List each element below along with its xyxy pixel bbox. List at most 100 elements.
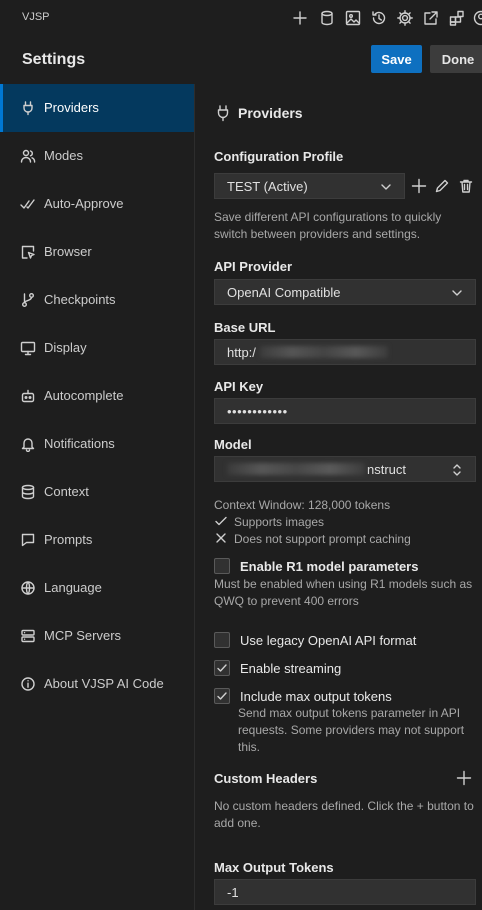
- page-title: Settings: [22, 51, 86, 68]
- max-output-description: Send max output tokens parameter in API …: [238, 706, 465, 754]
- max-output-checkbox[interactable]: Include max output tokens: [214, 688, 392, 704]
- sidebar-item-checkpoints[interactable]: Checkpoints: [0, 276, 194, 324]
- users-icon: [20, 148, 36, 164]
- sidebar-item-label: Display: [44, 340, 87, 355]
- custom-headers-empty-text: No custom headers defined. Click the + b…: [214, 799, 474, 830]
- plus-icon[interactable]: [291, 9, 309, 27]
- gear-icon[interactable]: [396, 9, 414, 27]
- checkbox-checked[interactable]: [214, 688, 230, 704]
- browser-pointer-icon: [20, 244, 36, 260]
- server-icon: [20, 628, 36, 644]
- sidebar-item-notifications[interactable]: Notifications: [0, 420, 194, 468]
- api-provider-select[interactable]: OpenAI Compatible: [214, 279, 476, 305]
- save-button[interactable]: Save: [371, 45, 422, 73]
- git-branch-icon: [20, 292, 36, 308]
- base-url-value: http:/: [227, 344, 256, 360]
- sidebar-item-prompts[interactable]: Prompts: [0, 516, 194, 564]
- base-url-input[interactable]: http:/: [214, 339, 476, 365]
- sidebar-item-label: Notifications: [44, 436, 115, 451]
- redacted-text: [227, 463, 365, 475]
- account-icon[interactable]: [472, 9, 482, 27]
- sidebar-item-context[interactable]: Context: [0, 468, 194, 516]
- message-icon: [20, 532, 36, 548]
- api-key-value: ••••••••••••: [227, 403, 288, 419]
- config-profile-description: Save different API configurations to qui…: [214, 210, 442, 241]
- chevron-updown-icon: [451, 463, 463, 476]
- extensions-icon[interactable]: [448, 9, 466, 27]
- r1-params-checkbox[interactable]: Enable R1 model parameters: [214, 558, 418, 574]
- prompt-caching-text: Does not support prompt caching: [234, 532, 411, 546]
- bell-icon: [20, 436, 36, 452]
- max-output-tokens-label: Max Output Tokens: [214, 860, 334, 875]
- add-profile-icon[interactable]: [410, 177, 428, 195]
- settings-sidebar: Providers Modes Auto-Approve Browser Che…: [0, 84, 195, 910]
- r1-params-label: Enable R1 model parameters: [240, 558, 419, 574]
- model-label: Model: [214, 437, 252, 452]
- sidebar-item-label: About VJSP AI Code: [44, 676, 164, 691]
- sidebar-item-autocomplete[interactable]: Autocomplete: [0, 372, 194, 420]
- streaming-label: Enable streaming: [240, 660, 342, 676]
- add-header-icon[interactable]: [455, 769, 473, 787]
- sidebar-item-label: Checkpoints: [44, 292, 116, 307]
- monitor-icon: [20, 340, 36, 356]
- model-select[interactable]: nstruct: [214, 456, 476, 482]
- sidebar-item-label: Prompts: [44, 532, 93, 547]
- supports-images-text: Supports images: [234, 515, 325, 529]
- info-icon: [20, 676, 36, 692]
- config-profile-value: TEST (Active): [227, 178, 308, 194]
- context-window-text: Context Window: 128,000 tokens: [214, 498, 391, 512]
- legacy-format-checkbox[interactable]: Use legacy OpenAI API format: [214, 632, 416, 648]
- model-value: nstruct: [367, 461, 407, 477]
- max-output-tokens-value: -1: [227, 884, 239, 900]
- edit-profile-icon[interactable]: [434, 178, 450, 194]
- sidebar-item-auto-approve[interactable]: Auto-Approve: [0, 180, 194, 228]
- history-icon[interactable]: [370, 9, 388, 27]
- redacted-text: [259, 346, 388, 358]
- api-provider-value: OpenAI Compatible: [227, 284, 341, 300]
- image-icon[interactable]: [344, 9, 362, 27]
- sidebar-item-label: Auto-Approve: [44, 196, 124, 211]
- sidebar-item-label: MCP Servers: [44, 628, 122, 643]
- external-link-icon[interactable]: [422, 9, 440, 27]
- r1-params-description: Must be enabled when using R1 models suc…: [214, 577, 473, 608]
- database-icon: [20, 484, 36, 500]
- sidebar-item-providers[interactable]: Providers: [0, 84, 194, 132]
- sidebar-item-modes[interactable]: Modes: [0, 132, 194, 180]
- done-button[interactable]: Done: [430, 45, 482, 73]
- globe-icon: [20, 580, 36, 596]
- plug-icon: [214, 104, 232, 122]
- sidebar-item-mcp-servers[interactable]: MCP Servers: [0, 612, 194, 660]
- sidebar-item-language[interactable]: Language: [0, 564, 194, 612]
- checkbox[interactable]: [214, 632, 230, 648]
- sidebar-item-browser[interactable]: Browser: [0, 228, 194, 276]
- api-key-label: API Key: [214, 379, 264, 394]
- config-profile-select[interactable]: TEST (Active): [214, 173, 405, 199]
- sidebar-item-label: Browser: [44, 244, 92, 259]
- check-icon: [214, 514, 228, 528]
- close-icon: [214, 531, 228, 545]
- delete-profile-icon[interactable]: [458, 178, 474, 194]
- database-icon[interactable]: [318, 9, 336, 27]
- max-output-tokens-input[interactable]: -1: [214, 879, 476, 905]
- sidebar-item-label: Providers: [44, 100, 99, 115]
- api-provider-label: API Provider: [214, 259, 293, 274]
- streaming-checkbox[interactable]: Enable streaming: [214, 660, 341, 676]
- checkbox[interactable]: [214, 558, 230, 574]
- sidebar-item-label: Autocomplete: [44, 388, 124, 403]
- api-key-input[interactable]: ••••••••••••: [214, 398, 476, 424]
- check-double-icon: [20, 196, 36, 212]
- app-title: VJSP: [22, 11, 50, 23]
- sidebar-item-about[interactable]: About VJSP AI Code: [0, 660, 194, 708]
- checkbox-checked[interactable]: [214, 660, 230, 676]
- sidebar-item-label: Modes: [44, 148, 84, 163]
- sidebar-item-display[interactable]: Display: [0, 324, 194, 372]
- chevron-down-icon: [451, 287, 463, 299]
- sidebar-item-label: Language: [44, 580, 102, 595]
- plug-icon: [20, 100, 36, 116]
- robot-icon: [20, 388, 36, 404]
- sidebar-item-label: Context: [44, 484, 89, 499]
- legacy-format-label: Use legacy OpenAI API format: [240, 632, 417, 648]
- custom-headers-label: Custom Headers: [214, 771, 318, 786]
- chevron-down-icon: [380, 181, 392, 193]
- max-output-label: Include max output tokens: [240, 688, 392, 704]
